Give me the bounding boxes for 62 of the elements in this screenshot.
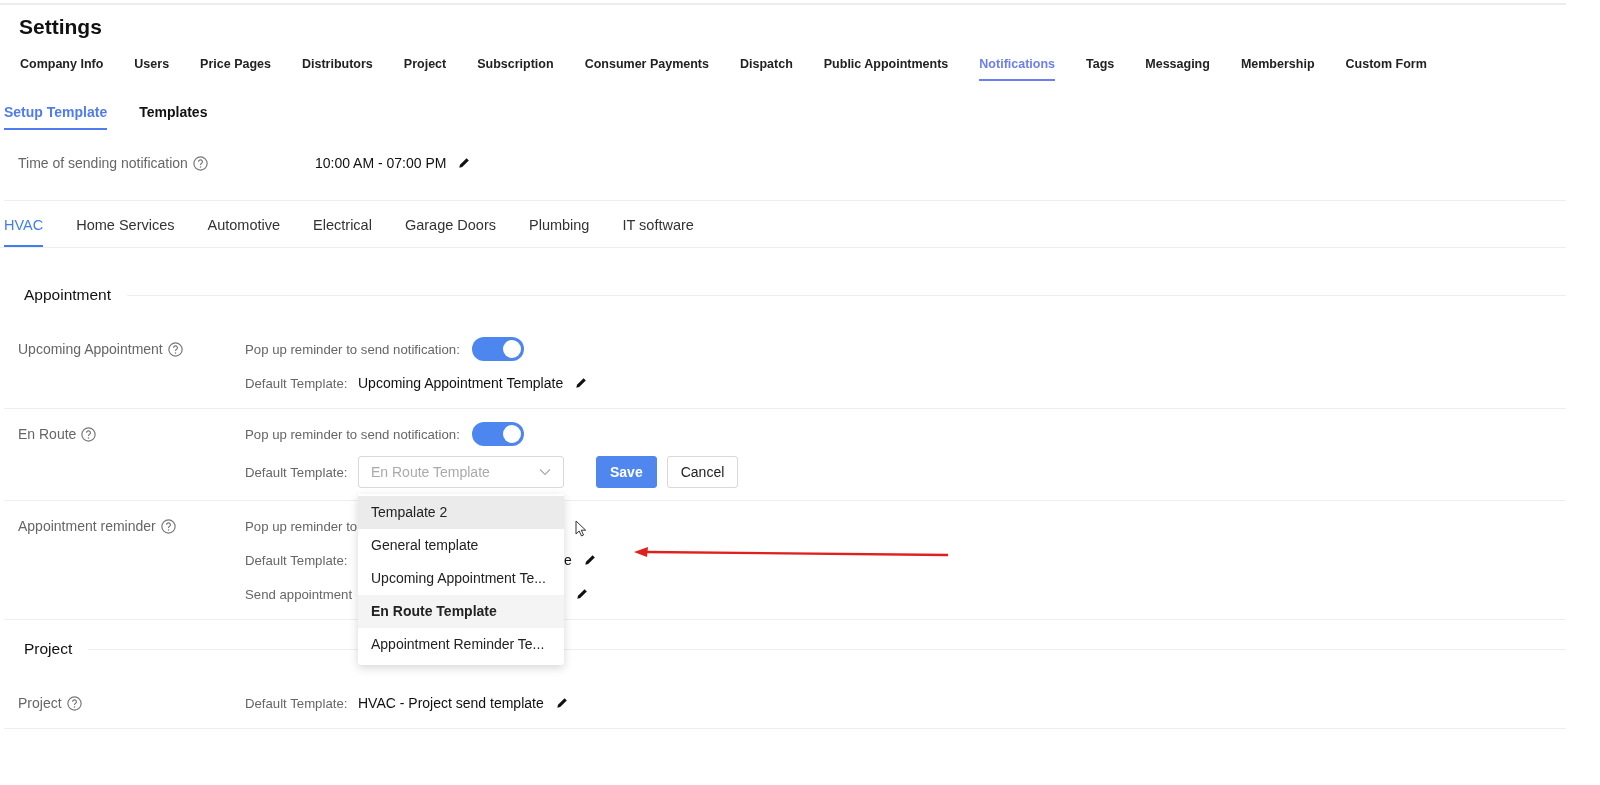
template-name: HVAC - Project send template [358,695,544,711]
field-label: Default Template: [245,695,349,711]
field-label: Default Template: [245,464,349,480]
setting-label: Time of sending notification [18,155,188,171]
industry-tab[interactable]: IT software [622,201,694,247]
settings-tab[interactable]: Messaging [1145,51,1210,81]
cursor-icon [575,520,587,538]
field-label: Pop up reminder to send notification: [245,426,460,442]
settings-tab[interactable]: Subscription [477,51,554,81]
industry-tab[interactable]: Automotive [207,201,281,247]
toggle-switch[interactable] [471,422,524,446]
field-label: Pop up reminder to send notification: [245,341,460,357]
help-icon[interactable] [66,695,82,711]
cancel-button[interactable]: Cancel [666,456,739,488]
settings-tab[interactable]: Public Appointments [823,51,949,81]
edit-icon[interactable] [575,377,588,389]
help-icon[interactable] [160,518,176,534]
field-label: Default Template: [245,552,349,568]
settings-tab[interactable]: Users [134,51,170,81]
edit-icon[interactable] [583,554,596,566]
dropdown-option[interactable]: Appointment Reminder Te... [358,628,564,661]
template-name: Upcoming Appointment Template [358,375,564,391]
settings-tab[interactable]: Project [403,51,447,81]
dropdown-option[interactable]: General template [358,529,564,562]
notification-name: En Route [18,426,77,442]
template-tab[interactable]: Setup Template [4,98,108,130]
settings-tab[interactable]: Membership [1240,51,1315,81]
notification-name: Upcoming Appointment [18,341,163,357]
settings-tab[interactable]: Price Pages [200,51,271,81]
industry-tab[interactable]: HVAC [4,201,44,247]
notification-name: Appointment reminder [18,518,156,534]
help-icon[interactable] [192,155,208,171]
page-title: Settings [19,14,103,40]
industry-tab[interactable]: Home Services [76,201,175,247]
field-label: Send appointment [245,586,354,602]
toggle-switch[interactable] [471,337,524,361]
settings-tab[interactable]: Company Info [20,51,104,81]
settings-tab[interactable]: Distributors [302,51,373,81]
dropdown-option[interactable]: En Route Template [358,595,564,628]
settings-tab[interactable]: Dispatch [740,51,793,81]
field-label: Pop up reminder to [245,518,358,534]
industry-tab[interactable]: Electrical [313,201,372,247]
industry-tab[interactable]: Garage Doors [404,201,496,247]
help-icon[interactable] [167,341,183,357]
settings-tab[interactable]: Notifications [979,51,1056,81]
settings-tab[interactable]: Tags [1086,51,1115,81]
settings-tab[interactable]: Custom Form [1345,51,1427,81]
settings-tab[interactable]: Consumer Payments [584,51,709,81]
edit-icon[interactable] [576,588,588,600]
template-tab[interactable]: Templates [139,98,208,130]
template-name: e [564,552,572,568]
field-label: Default Template: [245,375,349,391]
section-title: Project [24,640,73,658]
edit-icon[interactable] [458,157,471,169]
dropdown-option[interactable]: Upcoming Appointment Te... [358,562,564,595]
notification-name: Project [18,695,62,711]
industry-tab[interactable]: Plumbing [529,201,590,247]
help-icon[interactable] [81,426,97,442]
section-title: Appointment [24,286,112,304]
edit-icon[interactable] [555,697,568,709]
dropdown-option[interactable]: Tempalate 2 [358,496,564,529]
time-range-value: 10:00 AM - 07:00 PM [314,155,447,171]
